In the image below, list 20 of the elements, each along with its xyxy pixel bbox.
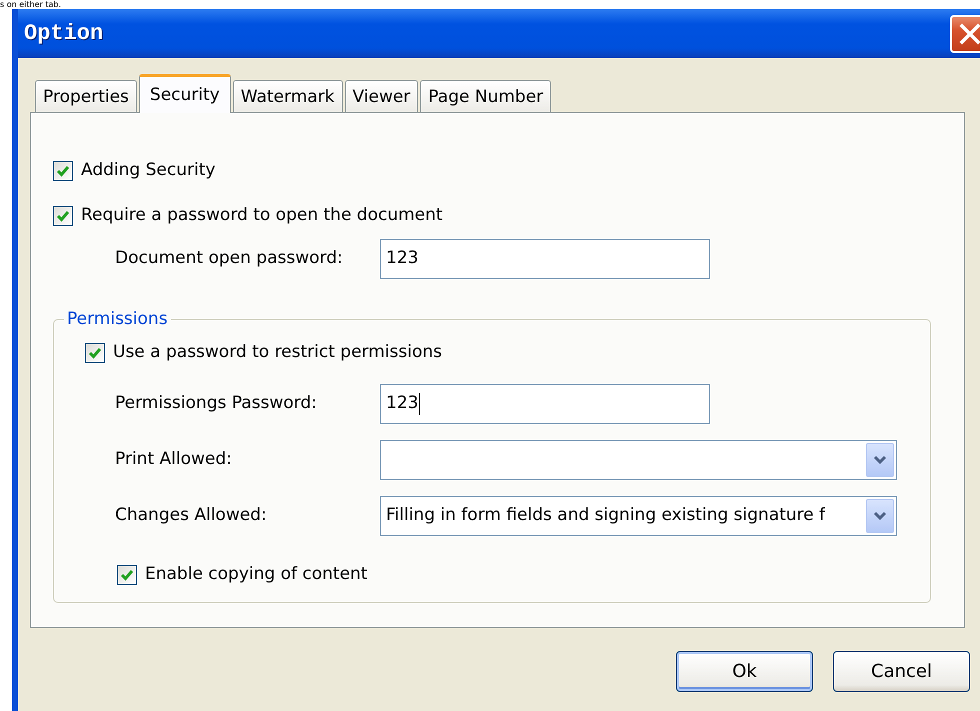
password-field[interactable]: 123: [380, 239, 710, 279]
field-label: Document open password:: [115, 247, 344, 270]
window-title: Option: [23, 20, 104, 48]
tab[interactable]: Properties: [35, 80, 137, 112]
dropdown[interactable]: Filling in form fields and signing existing signature f: [380, 496, 897, 536]
checkbox-label: Use a password to restrict permissions: [113, 341, 442, 364]
checkbox-label: Enable copying of content: [145, 563, 368, 586]
tab[interactable]: Page Number: [420, 80, 552, 112]
checkbox-label: Adding Security: [81, 159, 216, 182]
field-label: Changes Allowed:: [115, 504, 268, 528]
password-field[interactable]: 123: [380, 384, 710, 424]
field-label: Print Allowed:: [115, 448, 233, 472]
tab[interactable]: Security: [138, 74, 231, 113]
checkbox-label: Require a password to open the document: [81, 204, 443, 228]
field-label: Permissiongs Password:: [115, 392, 318, 416]
dialog-button[interactable]: Ok: [676, 651, 813, 692]
caption-text: s on either tab.: [0, 0, 62, 9]
tab[interactable]: Watermark: [232, 80, 342, 112]
tab[interactable]: Viewer: [344, 80, 418, 112]
dialog-button[interactable]: Cancel: [833, 651, 970, 692]
